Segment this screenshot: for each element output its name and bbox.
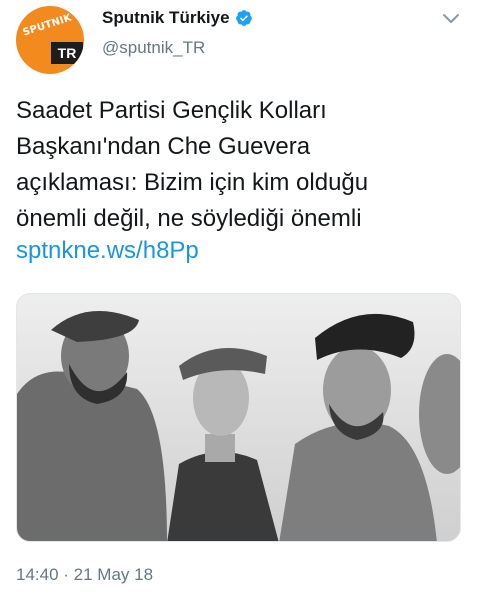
tweet-text-line: Başkanı'ndan Che Guevera — [16, 133, 311, 160]
tweet-timestamp[interactable]: 14:40 · 21 May 18 — [16, 565, 153, 585]
tweet-text: Saadet Partisi Gençlik Kolları Başkanı'n… — [16, 93, 461, 237]
verified-badge-icon — [235, 10, 252, 26]
account-handle[interactable]: @sputnik_TR — [102, 38, 253, 58]
tweet-text-line: önemli değil, ne söylediği önemli — [16, 205, 362, 232]
tweet-photo[interactable] — [16, 293, 461, 542]
tweet-text-line: açıklaması: Bizim için kim olduğu — [16, 169, 369, 196]
display-name[interactable]: Sputnik Türkiye — [102, 8, 230, 28]
photo-illustration — [17, 294, 460, 541]
avatar-logo-text: SPUTNIK — [21, 12, 74, 39]
chevron-down-icon[interactable] — [441, 12, 461, 26]
tweet-link[interactable]: sptnkne.ws/h8Pp — [16, 237, 199, 265]
account-names[interactable]: Sputnik Türkiye @sputnik_TR — [102, 8, 253, 58]
tweet-text-line: Saadet Partisi Gençlik Kolları — [16, 97, 327, 124]
avatar[interactable]: SPUTNIK TR — [16, 6, 84, 74]
display-name-row: Sputnik Türkiye — [102, 8, 253, 28]
avatar-logo-tr: TR — [51, 42, 83, 64]
tweet-header: SPUTNIK TR Sputnik Türkiye @sputnik_TR — [16, 6, 461, 74]
